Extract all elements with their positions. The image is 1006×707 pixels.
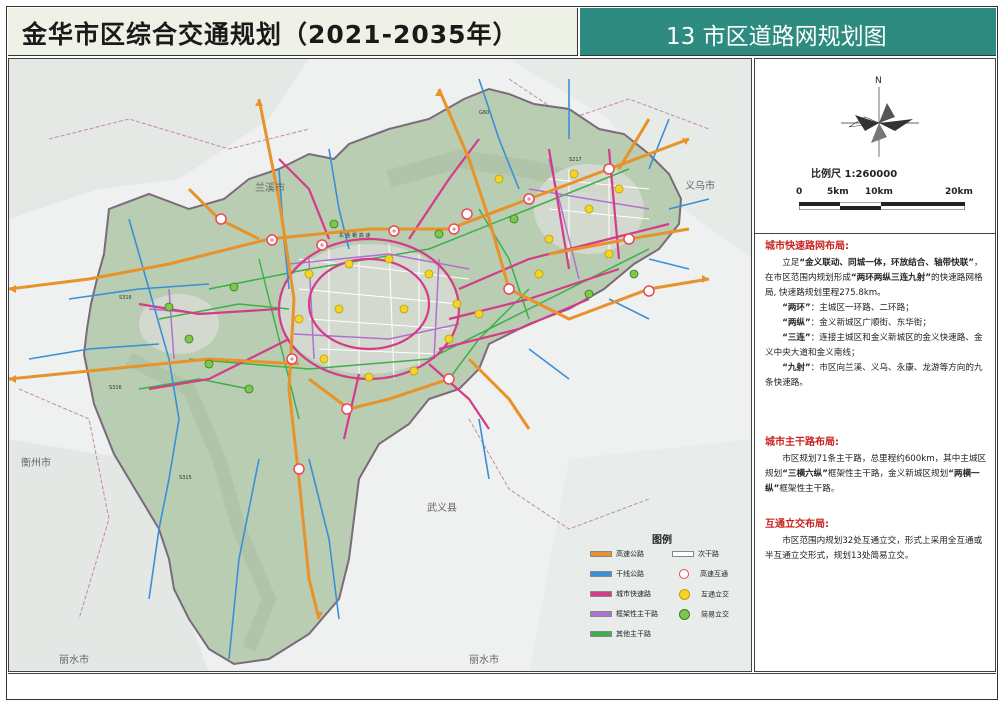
map-title-panel: 13 市区道路网规划图 bbox=[580, 8, 996, 56]
legend-item-framework-arterial: 框架性主干路 bbox=[590, 609, 658, 619]
north-arrow-icon: N bbox=[841, 76, 919, 157]
legend-item-highway-interchange: 高速互通 bbox=[672, 569, 728, 579]
scale-tick-0: 0 bbox=[796, 187, 803, 197]
notes-section-expressway: 城市快速路网布局: 立足“金义联动、同城一体，环放结合、轴带快联”，在市区范围内… bbox=[765, 239, 987, 391]
legend-node-red-icon bbox=[679, 569, 689, 579]
legend-swatch-highway bbox=[590, 551, 612, 557]
scale-bar bbox=[799, 202, 965, 210]
scale-tick-20: 20km bbox=[945, 187, 973, 197]
map-title: 13 市区道路网规划图 bbox=[666, 24, 887, 50]
legend-title: 图例 bbox=[652, 535, 672, 546]
svg-text:S316: S316 bbox=[109, 385, 122, 391]
legend-swatch-other-arterial bbox=[590, 631, 612, 637]
scale-tick-10: 10km bbox=[865, 187, 893, 197]
legend-item-other-arterial: 其他主干路 bbox=[590, 629, 651, 639]
label-yiwu: 义乌市 bbox=[685, 181, 715, 192]
legend-item-secondary-road: 次干路 bbox=[672, 549, 719, 559]
legend-swatch-expressway bbox=[590, 591, 612, 597]
svg-text:S316: S316 bbox=[119, 295, 132, 301]
page-title: 金华市区综合交通规划（2021-2035年） bbox=[22, 20, 519, 49]
legend-swatch-trunk-highway bbox=[590, 571, 612, 577]
scale-tick-5: 5km bbox=[827, 187, 849, 197]
map-canvas[interactable]: 东 金 衢 高 速 S217 G60 S316 S316 S315 衡州市 丽水… bbox=[8, 58, 752, 672]
map-legend: 图例 高速公路 次干路 干线公路 高速互通 城市快速路 互通立交 框架性主干路 … bbox=[586, 523, 748, 671]
label-quzhou: 衡州市 bbox=[21, 458, 51, 469]
legend-swatch-framework-arterial bbox=[590, 611, 612, 617]
side-panel: N 比例尺 1:260000 0 5km 10km 20km 城市快速路网布局:… bbox=[754, 58, 996, 672]
label-lishui-east: 丽水市 bbox=[469, 655, 499, 666]
notes-title-interchange: 互通立交布局: bbox=[765, 519, 829, 530]
header-title-panel: 金华市区综合交通规划（2021-2035年） bbox=[8, 8, 578, 56]
label-lishui-west: 丽水市 bbox=[59, 655, 89, 666]
legend-node-green-icon bbox=[679, 609, 690, 620]
legend-item-trunk-highway: 干线公路 bbox=[590, 569, 644, 579]
scale-ratio: 比例尺 1:260000 bbox=[811, 169, 898, 180]
notes-section-interchange: 互通立交布局: 市区范围内规划32处互通立交，形式上采用全互通或半互通立交形式，… bbox=[765, 517, 987, 564]
svg-text:G60: G60 bbox=[479, 110, 489, 116]
notes-section-arterial: 城市主干路布局: 市区规划71条主干路，总里程约600km，其中主城区规划“三横… bbox=[765, 437, 987, 494]
label-wuyi: 武义县 bbox=[427, 503, 457, 514]
legend-item-simple-interchange: 简易立交 bbox=[672, 609, 729, 620]
notes-title-expressway: 城市快速路网布局: bbox=[765, 241, 849, 252]
north-label: N bbox=[875, 76, 882, 86]
bottom-bar bbox=[8, 673, 996, 698]
legend-item-interchange: 互通立交 bbox=[672, 589, 729, 600]
svg-text:东 金 衢 高 速: 东 金 衢 高 速 bbox=[339, 232, 370, 239]
svg-text:S217: S217 bbox=[569, 157, 582, 163]
legend-swatch-secondary-road bbox=[672, 551, 694, 557]
label-lanxi: 兰溪市 bbox=[255, 183, 285, 194]
legend-item-expressway: 城市快速路 bbox=[590, 589, 651, 599]
legend-item-highway: 高速公路 bbox=[590, 549, 644, 559]
legend-node-yellow-icon bbox=[679, 589, 690, 600]
notes-title-arterial: 城市主干路布局: bbox=[765, 437, 839, 448]
svg-text:S315: S315 bbox=[179, 475, 192, 481]
